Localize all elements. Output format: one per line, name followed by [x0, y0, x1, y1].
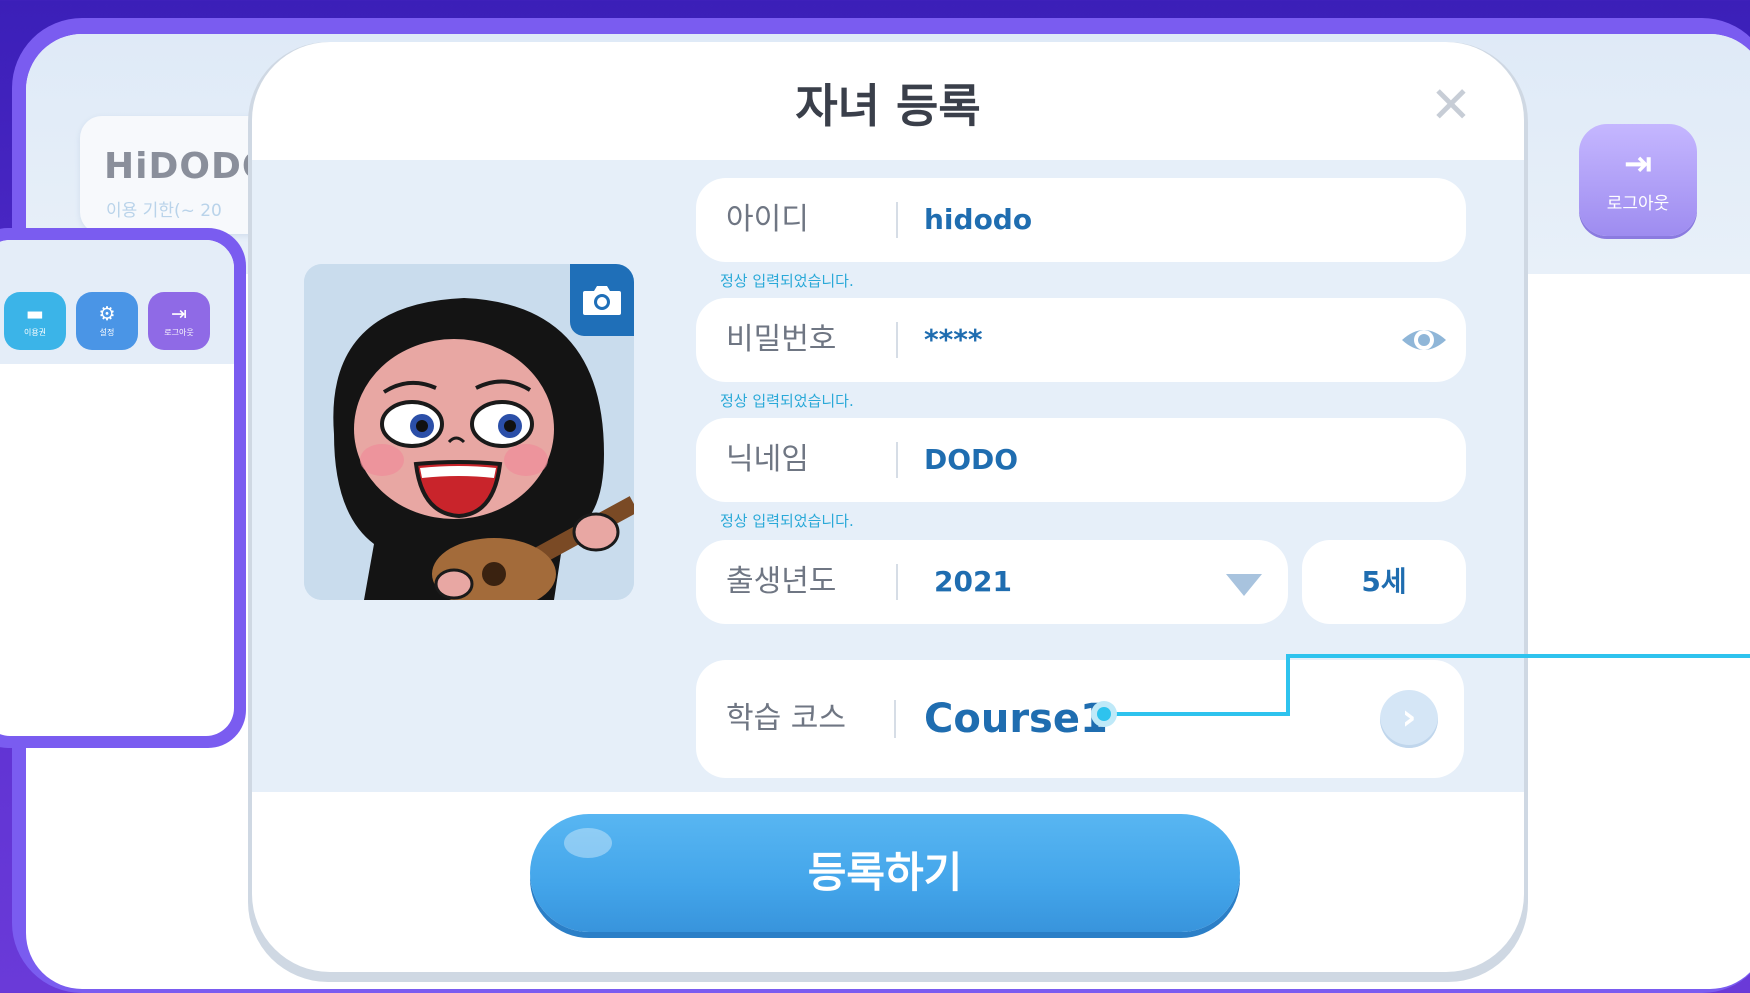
course-connector-line	[1091, 654, 1750, 727]
